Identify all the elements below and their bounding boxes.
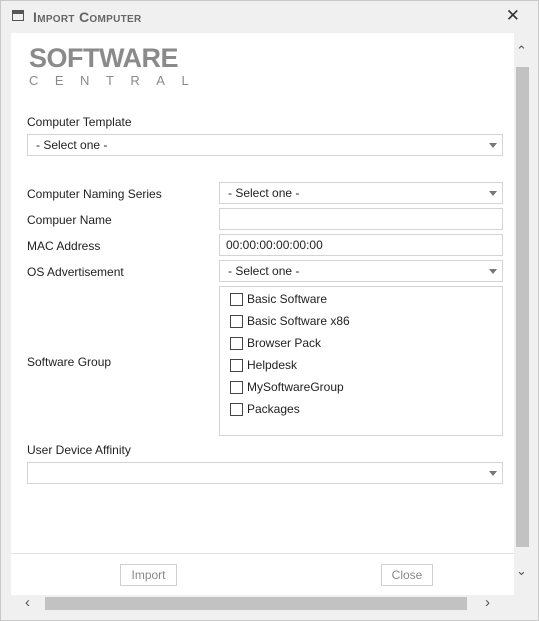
software-group-option[interactable]: Packages <box>230 400 300 418</box>
import-computer-dialog: Import Computer ✕ SOFTWARE CENTRAL Compu… <box>0 0 539 621</box>
dialog-title: Import Computer <box>33 9 142 25</box>
os-advertisement-label: OS Advertisement <box>27 265 124 279</box>
option-label: MySoftwareGroup <box>247 380 344 394</box>
option-label: Browser Pack <box>247 336 322 350</box>
chevron-down-icon <box>484 183 502 203</box>
scroll-right-icon[interactable]: › <box>485 594 490 611</box>
option-label: Basic Software <box>247 292 328 306</box>
title-bar: Import Computer ✕ <box>1 1 538 33</box>
software-group-option[interactable]: Helpdesk <box>230 356 297 374</box>
software-group-option[interactable]: Basic Software x86 <box>230 312 350 330</box>
checkbox[interactable] <box>230 402 243 416</box>
chevron-down-icon <box>484 463 502 483</box>
computer-name-label: Compuer Name <box>27 213 112 227</box>
software-group-option[interactable]: MySoftwareGroup <box>230 378 344 396</box>
user-device-affinity-select[interactable] <box>27 462 503 484</box>
mac-address-label: MAC Address <box>27 239 101 253</box>
mac-address-input[interactable]: 00:00:00:00:00:00 <box>219 234 503 256</box>
os-advertisement-select[interactable]: - Select one - <box>219 260 503 282</box>
chevron-down-icon <box>484 135 502 155</box>
close-icon[interactable]: ✕ <box>506 6 520 26</box>
footer-divider <box>11 553 514 554</box>
software-group-option[interactable]: Basic Software <box>230 290 327 308</box>
vertical-scroll-thumb[interactable] <box>516 67 529 547</box>
checkbox[interactable] <box>230 358 243 372</box>
naming-series-value: - Select one - <box>228 186 300 200</box>
checkbox[interactable] <box>230 336 243 350</box>
scroll-up-icon[interactable]: ⌃ <box>516 43 527 59</box>
checkbox[interactable] <box>230 292 243 306</box>
software-group-option[interactable]: Browser Pack <box>230 334 321 352</box>
software-group-list: Basic Software Basic Software x86 Browse… <box>219 286 503 436</box>
option-label: Helpdesk <box>247 358 298 372</box>
software-central-logo: SOFTWARE CENTRAL <box>29 45 205 89</box>
option-label: Basic Software x86 <box>247 314 350 328</box>
chevron-down-icon <box>484 261 502 281</box>
computer-template-label: Computer Template <box>27 115 132 129</box>
checkbox[interactable] <box>230 380 243 394</box>
window-icon <box>12 10 24 21</box>
naming-series-select[interactable]: - Select one - <box>219 182 503 204</box>
horizontal-scrollbar[interactable]: ‹ › <box>11 594 514 611</box>
scroll-left-icon[interactable]: ‹ <box>25 594 30 611</box>
import-button[interactable]: Import <box>120 564 177 586</box>
checkbox[interactable] <box>230 314 243 328</box>
computer-template-select[interactable]: - Select one - <box>27 134 503 156</box>
vertical-scrollbar[interactable]: ⌃ ⌄ <box>514 33 530 595</box>
computer-name-input[interactable] <box>219 208 503 230</box>
user-device-affinity-label: User Device Affinity <box>27 443 131 457</box>
option-label: Packages <box>247 402 300 416</box>
close-button[interactable]: Close <box>381 564 433 586</box>
computer-template-value: - Select one - <box>36 138 108 152</box>
scroll-down-icon[interactable]: ⌄ <box>516 563 527 579</box>
os-advertisement-value: - Select one - <box>228 264 300 278</box>
dialog-content: SOFTWARE CENTRAL Computer Template - Sel… <box>11 33 514 595</box>
horizontal-scroll-thumb[interactable] <box>45 597 467 610</box>
logo-text-top: SOFTWARE <box>29 43 179 73</box>
logo-text-bottom: CENTRAL <box>29 73 206 88</box>
naming-series-label: Computer Naming Series <box>27 187 162 201</box>
software-group-label: Software Group <box>27 355 112 369</box>
